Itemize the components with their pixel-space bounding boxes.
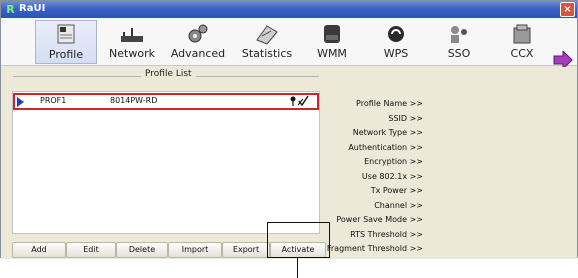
- toolbar-profile-button[interactable]: Profile: [35, 20, 97, 64]
- profile-list[interactable]: PROF1 8014PW-RD: [12, 91, 320, 234]
- connection-status-icon: [290, 95, 309, 107]
- add-button[interactable]: Add: [12, 242, 66, 258]
- edit-button[interactable]: Edit: [66, 242, 116, 258]
- toolbar-wmm-label: WMM: [317, 47, 347, 60]
- detail-use-8021x: Use 802.1x >>: [361, 172, 423, 181]
- raui-window: R RaUI × Profile Network Advanced Statis…: [0, 0, 578, 259]
- toolbar-ccx-label: CCX: [510, 47, 534, 60]
- export-button[interactable]: Export: [222, 242, 270, 258]
- toolbar-wmm-button[interactable]: WMM: [301, 20, 363, 64]
- delete-button[interactable]: Delete: [116, 242, 168, 258]
- app-logo-icon: R: [6, 3, 15, 16]
- toolbar-wps-button[interactable]: WPS: [365, 20, 427, 64]
- close-button[interactable]: ×: [560, 2, 575, 17]
- toolbar-network-label: Network: [109, 47, 155, 60]
- toolbar-statistics-label: Statistics: [241, 47, 293, 60]
- toolbar-sso-button[interactable]: SSO: [428, 20, 490, 64]
- wmm-icon: [324, 25, 340, 43]
- activate-callout-line: [297, 258, 298, 278]
- detail-authentication: Authentication >>: [348, 143, 423, 152]
- toolbar-profile-label: Profile: [48, 48, 84, 61]
- toolbar-network-button[interactable]: Network: [101, 20, 163, 64]
- profile-row-selected[interactable]: PROF1 8014PW-RD: [13, 93, 319, 110]
- detail-rts-threshold: RTS Threshold >>: [350, 230, 423, 239]
- detail-fragment-threshold: Fragment Threshold >>: [326, 244, 423, 253]
- activate-callout-box: [267, 222, 330, 258]
- profile-icon: [57, 24, 75, 44]
- statistics-icon: [256, 25, 278, 45]
- window-title: RaUI: [19, 3, 46, 14]
- toolbar-wps-label: WPS: [383, 47, 409, 60]
- wps-icon: [388, 26, 404, 42]
- ccx-icon: [513, 24, 531, 44]
- toolbar-ccx-button[interactable]: CCX: [491, 20, 553, 64]
- detail-encryption: Encryption >>: [364, 157, 423, 166]
- detail-ssid: SSID >>: [388, 114, 423, 123]
- profile-list-title: Profile List: [141, 69, 196, 79]
- detail-network-type: Network Type >>: [352, 128, 423, 137]
- detail-channel: Channel >>: [374, 201, 423, 210]
- profile-ssid-cell: 8014PW-RD: [110, 96, 158, 105]
- import-button[interactable]: Import: [168, 242, 222, 258]
- sso-icon: [451, 26, 467, 43]
- title-bar[interactable]: R RaUI ×: [1, 1, 577, 18]
- selected-row-marker-icon: [17, 97, 24, 107]
- toolbar-advanced-label: Advanced: [170, 47, 226, 60]
- network-icon: [121, 28, 143, 42]
- toolbar-sso-label: SSO: [447, 47, 471, 60]
- detail-power-save-mode: Power Save Mode >>: [336, 215, 423, 224]
- toolbar-statistics-button[interactable]: Statistics: [236, 20, 298, 64]
- profile-name-cell: PROF1: [40, 96, 67, 105]
- toolbar: Profile Network Advanced Statistics WMM …: [1, 18, 577, 69]
- detail-tx-power: Tx Power >>: [370, 186, 423, 195]
- profile-details: Profile Name >> SSID >> Network Type >> …: [327, 67, 423, 259]
- advanced-icon: [188, 24, 208, 43]
- toolbar-advanced-button[interactable]: Advanced: [167, 20, 229, 64]
- detail-profile-name: Profile Name >>: [356, 99, 423, 108]
